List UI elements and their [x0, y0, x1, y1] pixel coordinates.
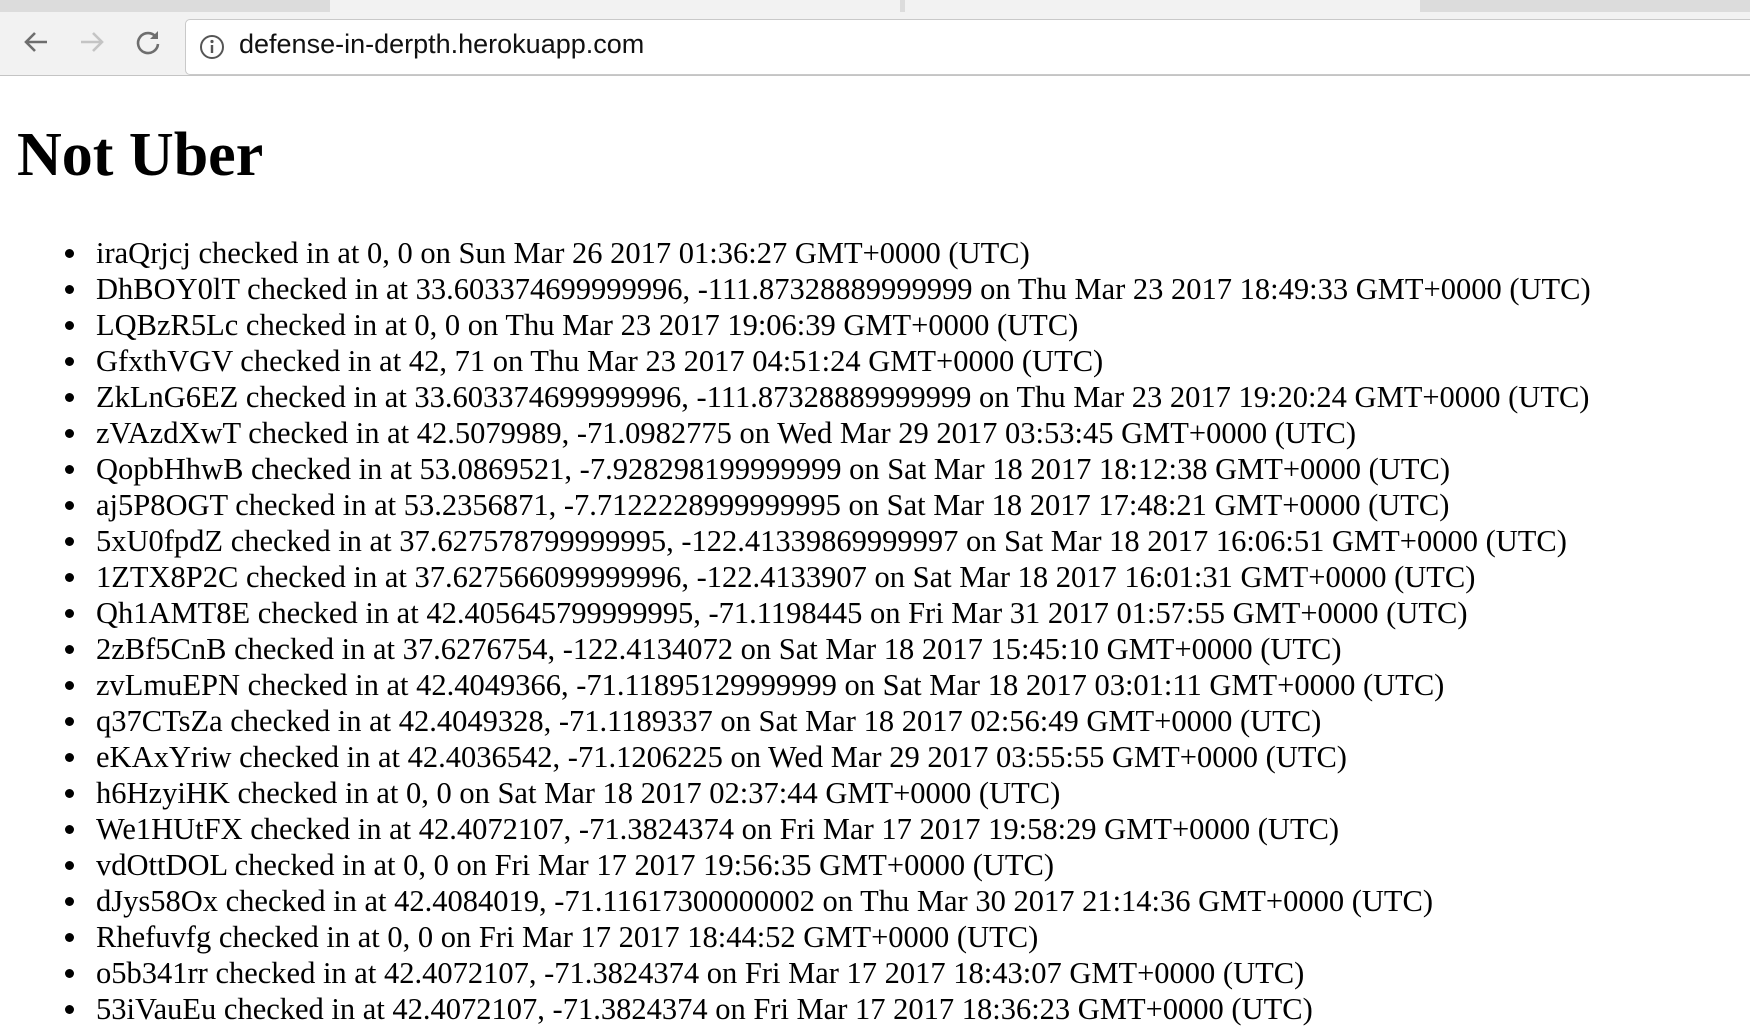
- page-title: Not Uber: [17, 121, 264, 189]
- checkin-item: aj5P8OGT checked in at 53.2356871, -7.71…: [0, 487, 1591, 523]
- checkin-item: q37CTsZa checked in at 42.4049328, -71.1…: [0, 703, 1591, 739]
- checkin-item: GfxthVGV checked in at 42, 71 on Thu Mar…: [0, 343, 1591, 379]
- checkin-item: 2zBf5CnB checked in at 37.6276754, -122.…: [0, 631, 1591, 667]
- checkin-item: DhBOY0lT checked in at 33.60337469999999…: [0, 271, 1591, 307]
- checkin-item: 53iVauEu checked in at 42.4072107, -71.3…: [0, 991, 1591, 1027]
- arrow-left-icon: [24, 32, 47, 52]
- checkin-item: 5xU0fpdZ checked in at 37.62757879999999…: [0, 523, 1591, 559]
- checkin-item: Qh1AMT8E checked in at 42.40564579999999…: [0, 595, 1591, 631]
- url-text[interactable]: defense-in-derpth.herokuapp.com: [239, 29, 644, 60]
- checkin-item: zvLmuEPN checked in at 42.4049366, -71.1…: [0, 667, 1591, 703]
- checkin-item: h6HzyiHK checked in at 0, 0 on Sat Mar 1…: [0, 775, 1591, 811]
- arrow-right-icon: [81, 32, 104, 52]
- checkin-item: o5b341rr checked in at 42.4072107, -71.3…: [0, 955, 1591, 991]
- browser-tab[interactable]: [330, 0, 900, 12]
- checkin-item: iraQrjcj checked in at 0, 0 on Sun Mar 2…: [0, 235, 1591, 271]
- checkin-item: zVAzdXwT checked in at 42.5079989, -71.0…: [0, 415, 1591, 451]
- checkin-item: Rhefuvfg checked in at 0, 0 on Fri Mar 1…: [0, 919, 1591, 955]
- checkin-item: QopbHhwB checked in at 53.0869521, -7.92…: [0, 451, 1591, 487]
- info-circle-icon[interactable]: [199, 34, 225, 60]
- checkin-item: 1ZTX8P2C checked in at 37.62756609999999…: [0, 559, 1591, 595]
- checkin-item: LQBzR5Lc checked in at 0, 0 on Thu Mar 2…: [0, 307, 1591, 343]
- checkin-item: eKAxYriw checked in at 42.4036542, -71.1…: [0, 739, 1591, 775]
- reload-button[interactable]: [128, 22, 168, 62]
- browser-toolbar: defense-in-derpth.herokuapp.com: [0, 12, 1750, 76]
- checkin-item: We1HUtFX checked in at 42.4072107, -71.3…: [0, 811, 1591, 847]
- back-button[interactable]: [16, 22, 56, 62]
- checkin-item: ZkLnG6EZ checked in at 33.60337469999999…: [0, 379, 1591, 415]
- checkin-item: vdOttDOL checked in at 0, 0 on Fri Mar 1…: [0, 847, 1591, 883]
- forward-button[interactable]: [72, 22, 112, 62]
- checkin-item: dJys58Ox checked in at 42.4084019, -71.1…: [0, 883, 1591, 919]
- browser-tab[interactable]: [905, 0, 1420, 12]
- checkin-list: iraQrjcj checked in at 0, 0 on Sun Mar 2…: [0, 235, 1591, 1027]
- address-bar[interactable]: defense-in-derpth.herokuapp.com: [185, 19, 1750, 75]
- reload-icon: [136, 31, 160, 55]
